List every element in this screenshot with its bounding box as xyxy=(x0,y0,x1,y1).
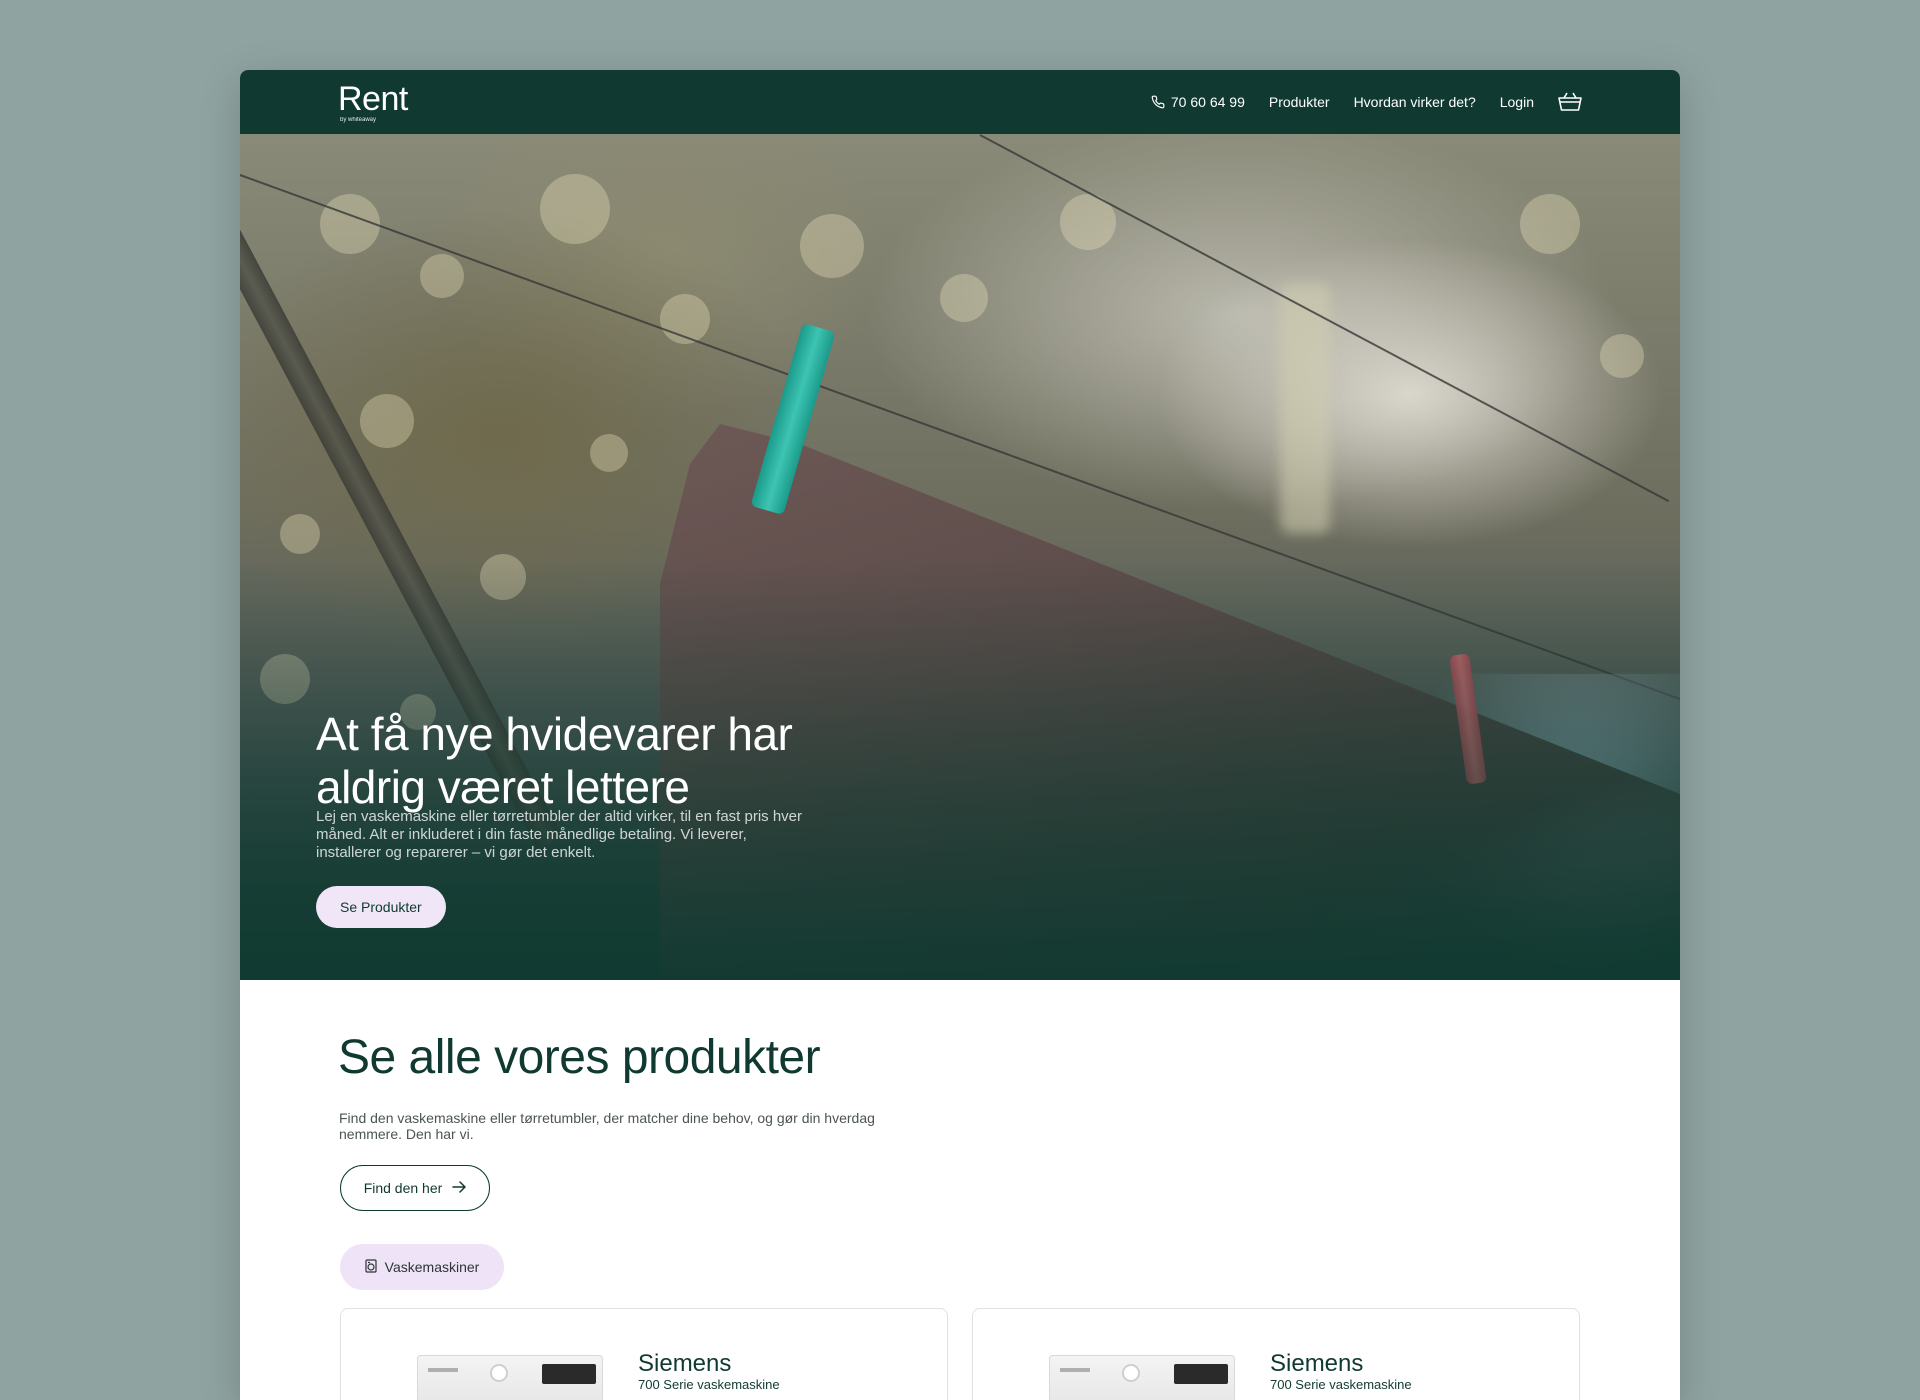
hero-section: At få nye hvidevarer har aldrig været le… xyxy=(240,134,1680,980)
phone-link[interactable]: 70 60 64 99 xyxy=(1151,94,1245,110)
browser-window: Rent by whiteaway 70 60 64 99 Produkter … xyxy=(240,70,1680,1400)
washing-machine-icon xyxy=(365,1258,377,1276)
logo-text: Rent xyxy=(338,80,408,118)
product-image-washing-machine xyxy=(417,1355,603,1400)
hero-title: At få nye hvidevarer har aldrig været le… xyxy=(316,708,793,813)
nav-link-produkter[interactable]: Produkter xyxy=(1269,94,1330,110)
product-model: 700 Serie vaskemaskine xyxy=(1270,1377,1412,1392)
logo-subtext: by whiteaway xyxy=(340,117,377,123)
arrow-right-icon xyxy=(452,1180,467,1196)
basket-icon[interactable] xyxy=(1558,92,1582,112)
products-description: Find den vaskemaskine eller tørretumbler… xyxy=(339,1110,875,1142)
products-title: Se alle vores produkter xyxy=(338,1031,821,1084)
phone-number: 70 60 64 99 xyxy=(1170,94,1245,110)
find-product-button[interactable]: Find den her xyxy=(340,1165,490,1211)
hero-description: Lej en vaskemaskine eller tørretumbler d… xyxy=(316,808,803,861)
nav-links: 70 60 64 99 Produkter Hvordan virker det… xyxy=(1151,70,1582,134)
product-brand: Siemens xyxy=(638,1350,732,1377)
category-chip-label: Vaskemaskiner xyxy=(384,1259,480,1275)
product-card[interactable]: Siemens 700 Serie vaskemaskine xyxy=(972,1308,1580,1400)
nav-link-login[interactable]: Login xyxy=(1500,94,1534,110)
top-nav: Rent by whiteaway 70 60 64 99 Produkter … xyxy=(240,70,1680,134)
see-products-button[interactable]: Se Produkter xyxy=(316,886,446,928)
logo[interactable]: Rent by whiteaway xyxy=(338,82,408,124)
nav-link-how-it-works[interactable]: Hvordan virker det? xyxy=(1354,94,1476,110)
clothespin-blurred xyxy=(1280,284,1330,534)
phone-icon xyxy=(1151,95,1165,109)
category-chip-washers[interactable]: Vaskemaskiner xyxy=(340,1244,504,1290)
product-image-washing-machine xyxy=(1049,1355,1235,1400)
product-brand: Siemens xyxy=(1270,1350,1364,1377)
product-model: 700 Serie vaskemaskine xyxy=(638,1377,780,1392)
hero-content: At få nye hvidevarer har aldrig været le… xyxy=(316,708,836,928)
find-product-label: Find den her xyxy=(363,1180,443,1196)
product-card[interactable]: Siemens 700 Serie vaskemaskine xyxy=(340,1308,948,1400)
products-section: Se alle vores produkter Find den vaskema… xyxy=(240,980,1680,1400)
